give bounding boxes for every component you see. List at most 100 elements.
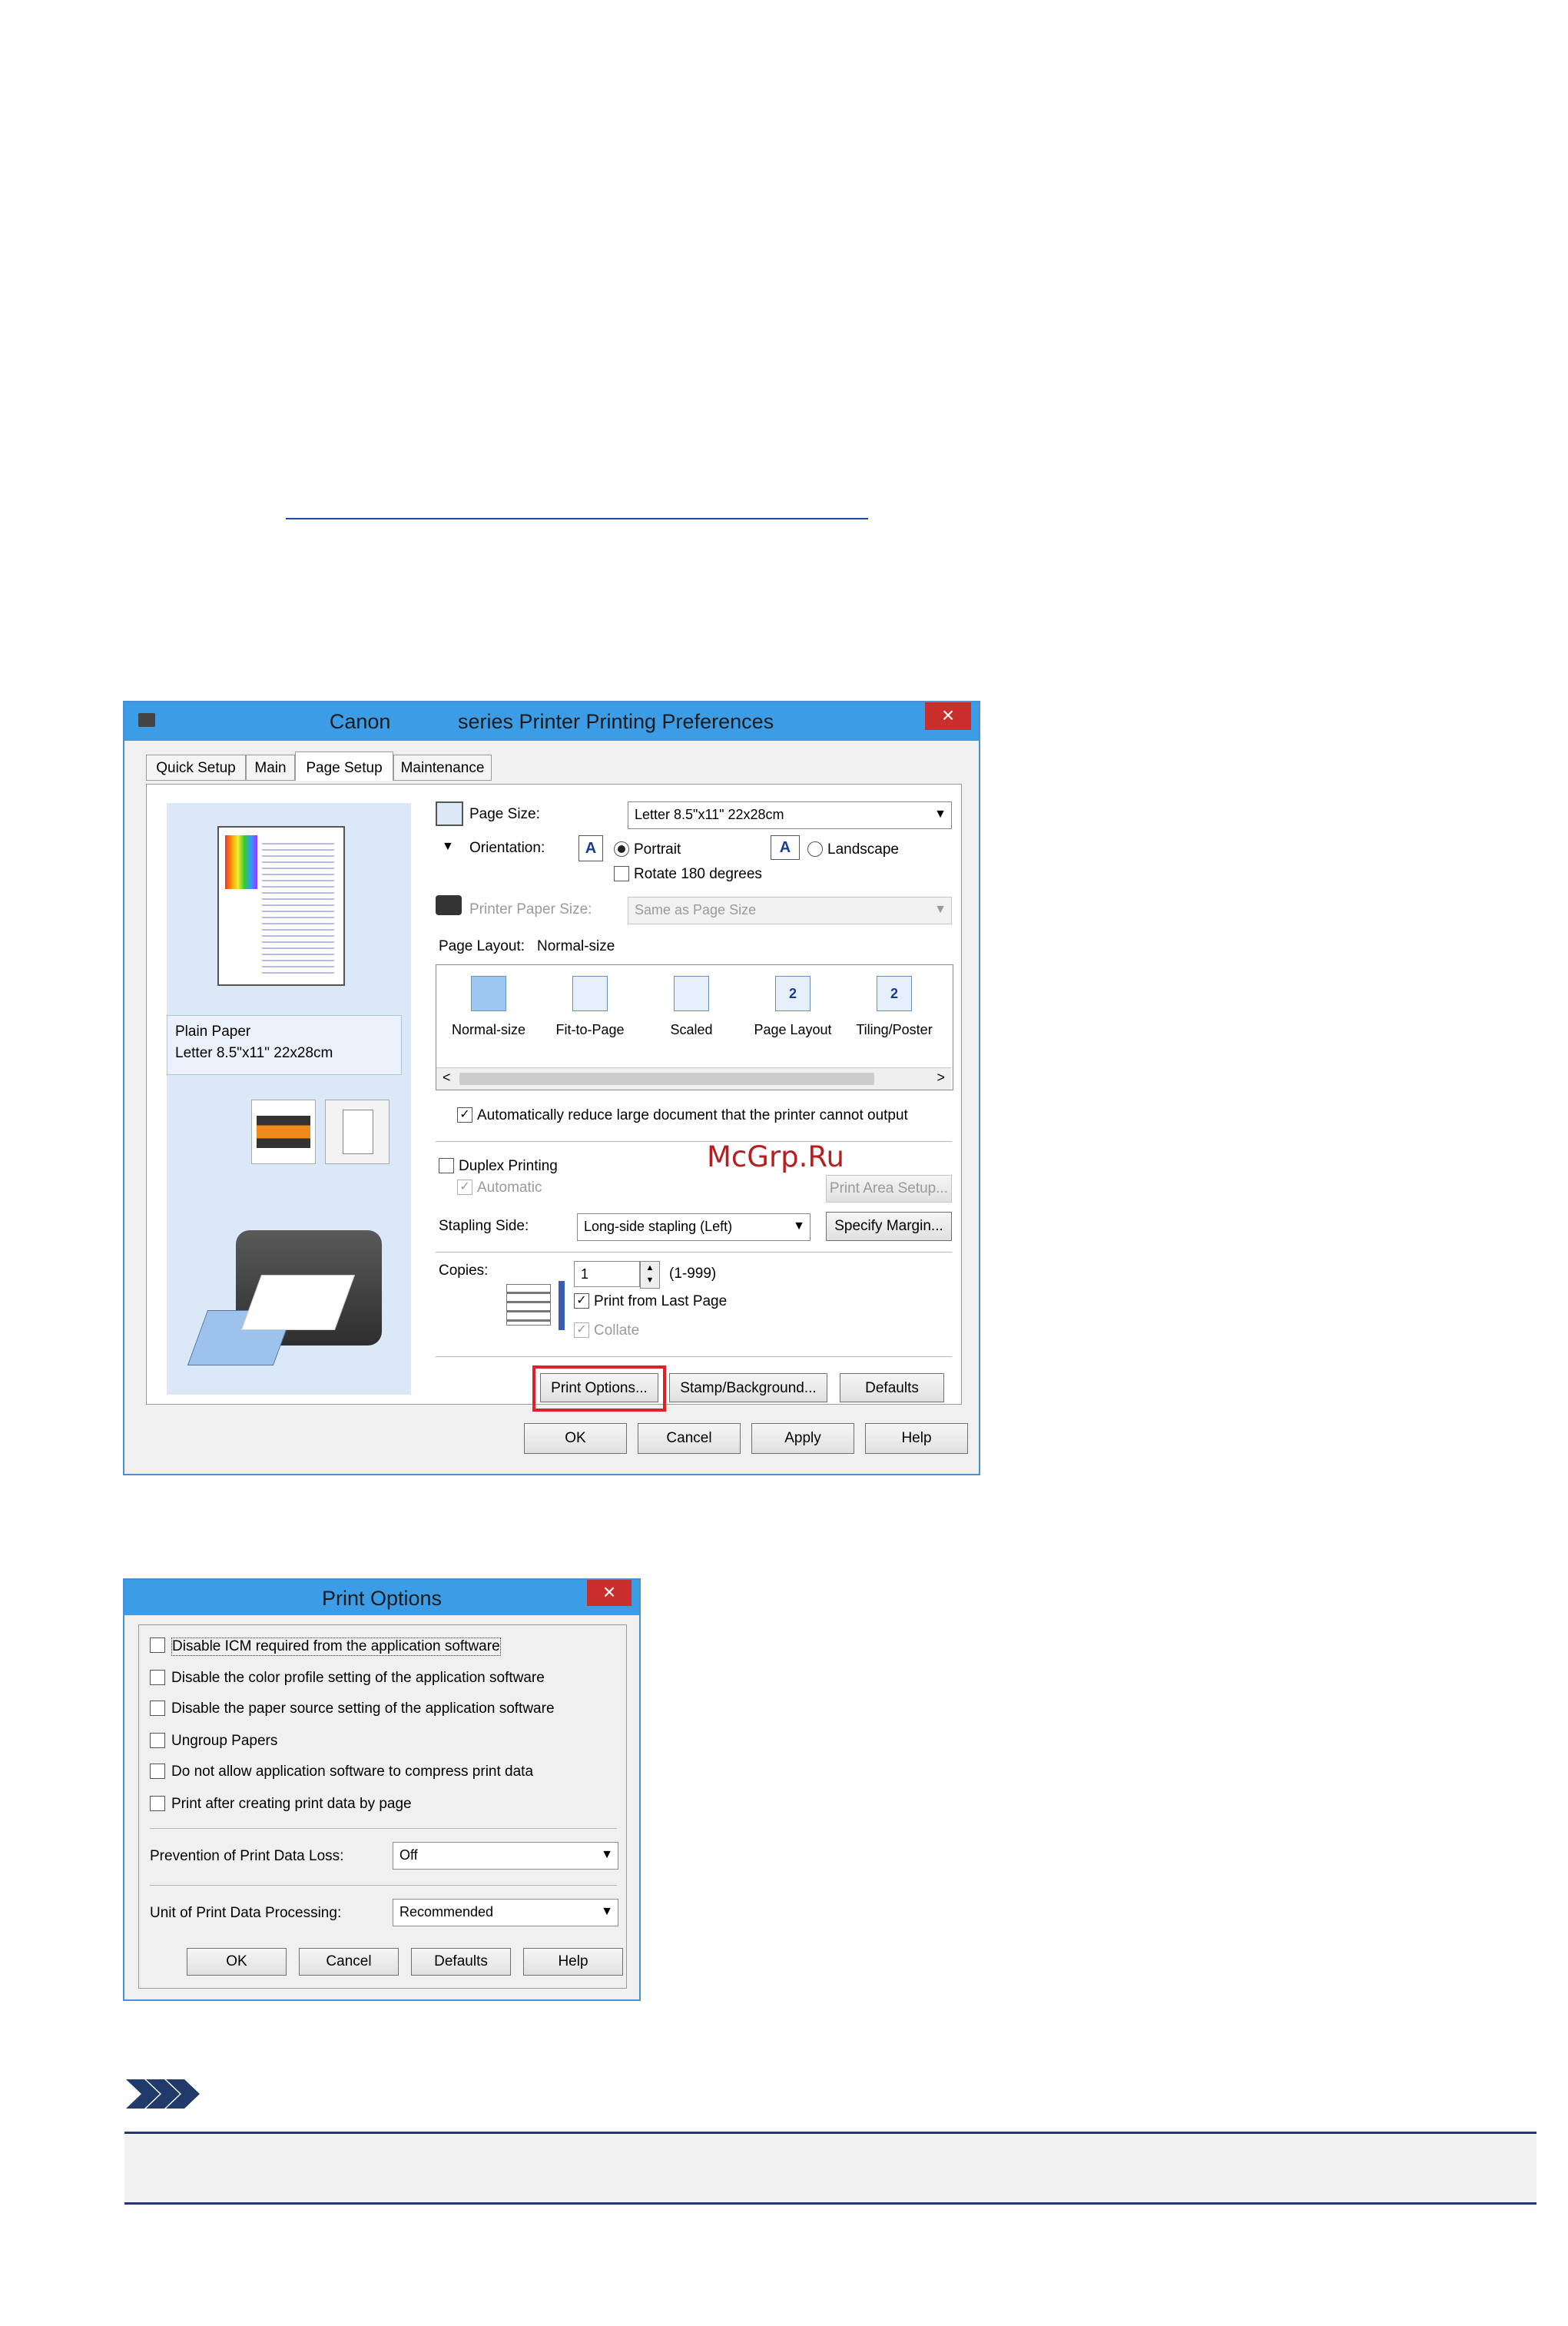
- duplex-checkbox[interactable]: [439, 1158, 454, 1173]
- landscape-radio[interactable]: [807, 841, 823, 857]
- layout-scrollbar[interactable]: < >: [436, 1067, 951, 1090]
- layout-tiling-poster-label: Tiling/Poster: [856, 1022, 933, 1037]
- unit-select[interactable]: Recommended ▼: [393, 1899, 618, 1926]
- no-compress-label: Do not allow application software to com…: [171, 1764, 534, 1780]
- layout-page-layout-label: Page Layout: [754, 1022, 832, 1037]
- layout-fit-to-page[interactable]: Fit-to-Page: [544, 976, 636, 1038]
- copies-spinner[interactable]: ▲ ▼: [640, 1261, 660, 1289]
- chevron-down-icon: ▼: [601, 1848, 613, 1861]
- note-top-rule: [124, 2132, 1537, 2134]
- disable-icm-checkbox[interactable]: [150, 1637, 165, 1653]
- page-size-select[interactable]: Letter 8.5"x11" 22x28cm ▼: [628, 801, 952, 829]
- defaults-button[interactable]: Defaults: [840, 1373, 944, 1402]
- rear-tray-icon: [325, 1100, 390, 1164]
- close-button[interactable]: ×: [587, 1580, 632, 1606]
- tab-maintenance[interactable]: Maintenance: [393, 755, 492, 781]
- tab-page-setup[interactable]: Page Setup: [295, 752, 393, 781]
- automatic-checkbox[interactable]: ✓: [457, 1180, 472, 1195]
- paper-type-text: Plain Paper: [175, 1024, 251, 1040]
- page-preview: [217, 826, 345, 986]
- prevention-select[interactable]: Off ▼: [393, 1842, 618, 1870]
- separator: [150, 1885, 617, 1886]
- dialog-title-text: series Printer Printing Preferences: [457, 710, 774, 733]
- printer-paper-size-select[interactable]: Same as Page Size ▼: [628, 897, 952, 924]
- disable-color-profile-label: Disable the color profile setting of the…: [171, 1670, 545, 1686]
- layout-page-layout[interactable]: 2 Page Layout: [747, 976, 839, 1038]
- page-layout-value: Normal-size: [537, 938, 615, 954]
- print-options-panel: Disable ICM required from the applicatio…: [138, 1624, 627, 1989]
- ungroup-papers-label: Ungroup Papers: [171, 1733, 278, 1749]
- scroll-thumb[interactable]: [459, 1073, 874, 1085]
- no-compress-checkbox[interactable]: [150, 1764, 165, 1779]
- tiling-poster-icon: 2: [877, 976, 912, 1011]
- print-from-last-checkbox[interactable]: ✓: [574, 1293, 589, 1309]
- page-layout-icon: 2: [775, 976, 811, 1011]
- auto-reduce-checkbox[interactable]: ✓: [457, 1107, 472, 1123]
- printing-preferences-dialog: Canon series Printer Printing Preference…: [123, 701, 980, 1475]
- orientation-label: Orientation:: [469, 840, 545, 856]
- layout-tiling-poster[interactable]: 2 Tiling/Poster: [848, 976, 940, 1038]
- printer-paper-size-label: Printer Paper Size:: [469, 901, 592, 917]
- print-after-page-checkbox[interactable]: [150, 1796, 165, 1811]
- print-from-last-label: Print from Last Page: [594, 1293, 728, 1309]
- print-options-titlebar[interactable]: Print Options: [124, 1580, 639, 1615]
- stapling-side-value: Long-side stapling (Left): [584, 1219, 733, 1234]
- stapling-side-label: Stapling Side:: [439, 1218, 529, 1234]
- preview-area: Plain Paper Letter 8.5"x11" 22x28cm: [167, 803, 411, 1395]
- copies-input[interactable]: 1: [574, 1261, 640, 1287]
- normal-size-icon: [471, 976, 506, 1011]
- chevron-down-icon: ▼: [934, 903, 946, 916]
- color-gradient-thumbnail: [225, 835, 257, 889]
- collate-checkbox[interactable]: ✓: [574, 1322, 589, 1338]
- print-area-setup-button[interactable]: Print Area Setup...: [826, 1175, 952, 1203]
- note-bottom-rule: [124, 2202, 1537, 2205]
- fit-to-page-icon: [572, 976, 608, 1011]
- cancel-button[interactable]: Cancel: [638, 1423, 741, 1454]
- tab-quick-setup[interactable]: Quick Setup: [146, 755, 246, 781]
- separator: [150, 1828, 617, 1829]
- layout-scaled[interactable]: Scaled: [645, 976, 738, 1038]
- layout-normal-size[interactable]: Normal-size: [443, 976, 535, 1038]
- stapling-side-select[interactable]: Long-side stapling (Left) ▼: [577, 1213, 811, 1241]
- collate-label: Collate: [594, 1322, 640, 1339]
- stamp-background-button[interactable]: Stamp/Background...: [669, 1373, 827, 1402]
- layout-fit-to-page-label: Fit-to-Page: [555, 1022, 625, 1037]
- text-lines-thumbnail: [262, 838, 334, 974]
- page-layout-label: Page Layout:: [439, 938, 525, 954]
- print-options-dialog: Print Options × Disable ICM required fro…: [123, 1578, 641, 2001]
- ok-button[interactable]: OK: [187, 1948, 287, 1976]
- help-button[interactable]: Help: [865, 1423, 968, 1454]
- chevron-down-icon: ▼: [934, 808, 946, 821]
- specify-margin-button[interactable]: Specify Margin...: [826, 1212, 952, 1241]
- scroll-right-icon[interactable]: >: [936, 1070, 945, 1086]
- cassette-icon: [251, 1100, 316, 1164]
- close-button[interactable]: ×: [925, 702, 971, 730]
- scroll-left-icon[interactable]: <: [443, 1070, 451, 1086]
- ok-button[interactable]: OK: [524, 1423, 627, 1454]
- portrait-label: Portrait: [634, 841, 681, 858]
- printer-icon: [138, 713, 155, 727]
- tab-main[interactable]: Main: [246, 755, 295, 781]
- defaults-button[interactable]: Defaults: [411, 1948, 511, 1976]
- rotate-180-checkbox[interactable]: [614, 866, 629, 881]
- landscape-icon: A: [771, 835, 800, 860]
- apply-button[interactable]: Apply: [751, 1423, 854, 1454]
- printer-paper-size-value: Same as Page Size: [635, 902, 757, 917]
- print-after-page-label: Print after creating print data by page: [171, 1796, 412, 1812]
- printer-illustration: [187, 1230, 382, 1376]
- cancel-button[interactable]: Cancel: [299, 1948, 399, 1976]
- hyperlink-underline[interactable]: [286, 518, 868, 519]
- page-setup-panel: Plain Paper Letter 8.5"x11" 22x28cm Page…: [146, 784, 962, 1412]
- disable-color-profile-checkbox[interactable]: [150, 1670, 165, 1685]
- ungroup-papers-checkbox[interactable]: [150, 1733, 165, 1748]
- separator: [436, 1356, 952, 1357]
- note-body: [124, 2135, 1537, 2202]
- page-layout-list[interactable]: Normal-size Fit-to-Page Scaled 2 Page La…: [436, 964, 953, 1090]
- dialog-titlebar[interactable]: Canon series Printer Printing Preference…: [124, 702, 979, 741]
- help-button[interactable]: Help: [523, 1948, 623, 1976]
- portrait-radio[interactable]: [614, 841, 629, 857]
- disable-paper-source-checkbox[interactable]: [150, 1701, 165, 1716]
- copies-stack-icon: [506, 1284, 551, 1326]
- rotate-180-label: Rotate 180 degrees: [634, 866, 762, 882]
- copies-label: Copies:: [439, 1263, 489, 1279]
